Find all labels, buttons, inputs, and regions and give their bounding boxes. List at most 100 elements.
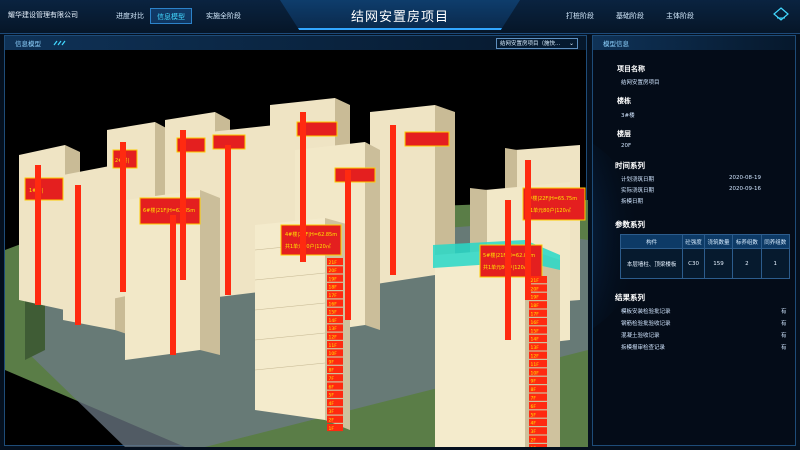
floor-label-text: 2F — [329, 418, 335, 424]
sign-6-line1: 6#楼|21F|H=62.85m — [143, 207, 195, 214]
param-cell: C30 — [682, 248, 705, 279]
floor-label-text: 15F — [531, 328, 540, 334]
floor-label-text: 14F — [329, 318, 338, 324]
info-panel: 模型信息 项目名称 结网安置房项目 楼栋 3#楼 楼层 20F 时间系列 计划浇… — [592, 35, 796, 446]
floor-label-text: 3F — [329, 409, 335, 415]
floor-label: 楼层 — [617, 130, 631, 138]
title-banner: 结网安置房项目 — [280, 0, 520, 30]
floor-label-text: 16F — [329, 301, 338, 307]
result-row-value: 有 — [781, 333, 787, 339]
top-bar: 耀华建设管理有限公司 进度对比 信息模型 实施全阶段 结网安置房项目 打桩阶段 … — [0, 0, 800, 34]
sign-3-line2: 共1单元80户|120㎡ — [525, 207, 571, 214]
planned-pour-date-label: 计划浇筑日期 — [621, 177, 655, 183]
param-cell: 159 — [703, 248, 734, 279]
floor-label-text: 11F — [531, 362, 540, 368]
floor-labels-building-4: 21F 20F 19F 18F 17F 16F 15F 14F 13F 12F 11F 10F 9F 8F… — [327, 258, 343, 432]
tab-foundation[interactable]: 基础阶段 — [610, 8, 650, 24]
floor-label-text: 19F — [329, 276, 338, 282]
info-panel-header: 模型信息 — [593, 36, 795, 50]
actual-pour-date-label: 实际浇筑日期 — [621, 188, 655, 194]
param-table-header: 构件 砼强度 浇筑数量 标养组数 同养组数 — [619, 234, 791, 249]
floor-label-text: 4F — [329, 401, 335, 407]
sign-small-4 — [404, 131, 450, 147]
result-section-title: 结果系列 — [615, 293, 645, 302]
floor-label-text: 12F — [329, 335, 338, 341]
floor-label-text: 5F — [531, 412, 537, 418]
floor-label-text: 18F — [329, 285, 338, 291]
tab-full-stage[interactable]: 实施全阶段 — [200, 8, 247, 24]
floor-label-text: 10F — [329, 351, 338, 357]
project-name-label: 项目名称 — [617, 65, 645, 73]
tab-main-structure[interactable]: 主体阶段 — [660, 8, 700, 24]
floor-label-text: 6F — [531, 404, 537, 410]
param-header-cell: 标养组数 — [732, 234, 762, 249]
chevrons-icon — [53, 40, 66, 46]
sign-3-line1: 3#楼|22F|H=65.75m — [525, 195, 577, 202]
floor-label-text: 1F — [531, 446, 537, 447]
floor-label-text: 20F — [329, 268, 338, 274]
floor-label-text: 19F — [531, 295, 540, 301]
model-panel-header: 信息模型 结网安置房项目（施快... ⌄ — [5, 36, 586, 50]
floor-label-text: 8F — [531, 387, 537, 393]
demold-date-label: 拆模日期 — [621, 199, 644, 205]
floor-label-text: 9F — [329, 359, 335, 365]
param-header-cell: 构件 — [619, 234, 684, 249]
actual-pour-date-value: 2020-09-16 — [729, 186, 761, 192]
floor-label-text: 21F — [329, 260, 338, 266]
floor-value: 20F — [621, 143, 632, 149]
planned-pour-date-value: 2020-08-19 — [729, 175, 761, 181]
floor-label-text: 15F — [329, 310, 338, 316]
floor-label-text: 7F — [531, 396, 537, 402]
sign-4-line2: 共1单元80户|120㎡ — [285, 243, 331, 250]
tab-progress-compare[interactable]: 进度对比 — [110, 8, 150, 24]
result-row-label: 钢筋检验批验收记录 — [621, 321, 671, 327]
floor-label-text: 7F — [329, 376, 335, 382]
floor-label-text: 8F — [329, 368, 335, 374]
project-select[interactable]: 结网安置房项目（施快... ⌄ — [496, 38, 578, 49]
info-panel-title: 模型信息 — [603, 40, 629, 48]
param-table: 构件 砼强度 浇筑数量 标养组数 同养组数 本层墙柱、顶梁楼板 C30 159 … — [619, 234, 791, 279]
result-row-value: 有 — [781, 345, 787, 351]
floor-label-text: 21F — [531, 278, 540, 284]
floor-label-text: 2F — [531, 438, 537, 444]
param-cell: 本层墙柱、顶梁楼板 — [619, 248, 684, 279]
model-panel: 信息模型 结网安置房项目（施快... ⌄ 4#楼|21F|H=62.85m 共1… — [4, 35, 588, 447]
result-row-label: 模板安装检验批记录 — [621, 309, 671, 315]
logo-icon — [773, 7, 789, 21]
page-title: 结网安置房项目 — [350, 10, 449, 25]
floor-label-text: 20F — [531, 286, 540, 292]
floor-label-text: 3F — [531, 429, 537, 435]
floor-label-text: 11F — [329, 343, 338, 349]
building-3d-view[interactable]: 4#楼|21F|H=62.85m 共1单元80户|120㎡ 5#楼|21F|H=… — [5, 50, 588, 447]
floor-label-text: 5F — [329, 393, 335, 399]
floor-label-text: 9F — [531, 379, 537, 385]
sign-building-1: 1#楼| — [24, 177, 64, 201]
tab-piling[interactable]: 打桩阶段 — [560, 8, 600, 24]
param-header-cell: 浇筑数量 — [703, 234, 734, 249]
param-section-title: 参数系列 — [615, 220, 645, 229]
floor-label-text: 13F — [329, 326, 338, 332]
sign-building-4: 4#楼|21F|H=62.85m 共1单元80户|120㎡ — [280, 224, 342, 256]
table-row: 本层墙柱、顶梁楼板 C30 159 2 1 — [619, 248, 791, 279]
project-select-value: 结网安置房项目（施快... — [500, 41, 561, 47]
company-name: 耀华建设管理有限公司 — [8, 11, 78, 19]
sign-building-3: 3#楼|22F|H=65.75m 共1单元80户|120㎡ — [522, 187, 586, 221]
floor-label-text: 6F — [329, 384, 335, 390]
param-header-cell: 同养组数 — [760, 234, 791, 249]
floor-labels-building-5: 21F 20F 19F 18F 17F 16F 15F 14F 13F 12F 11F 10F 9F 8F… — [529, 276, 547, 447]
floor-label-text: 13F — [531, 345, 540, 351]
sign-4-line1: 4#楼|21F|H=62.85m — [285, 231, 337, 238]
floor-label-text: 17F — [329, 293, 338, 299]
tab-info-model[interactable]: 信息模型 — [150, 8, 192, 24]
result-row-value: 有 — [781, 309, 787, 315]
floor-label-text: 10F — [531, 370, 540, 376]
floor-label-text: 16F — [531, 320, 540, 326]
sign-small-5 — [334, 167, 376, 183]
time-section-title: 时间系列 — [615, 161, 645, 170]
building-value: 3#楼 — [621, 113, 635, 119]
floor-label-text: 4F — [531, 421, 537, 427]
model-panel-title: 信息模型 — [15, 40, 41, 48]
floor-label-text: 12F — [531, 354, 540, 360]
floor-label-text: 17F — [531, 312, 540, 318]
param-cell: 1 — [760, 248, 791, 279]
